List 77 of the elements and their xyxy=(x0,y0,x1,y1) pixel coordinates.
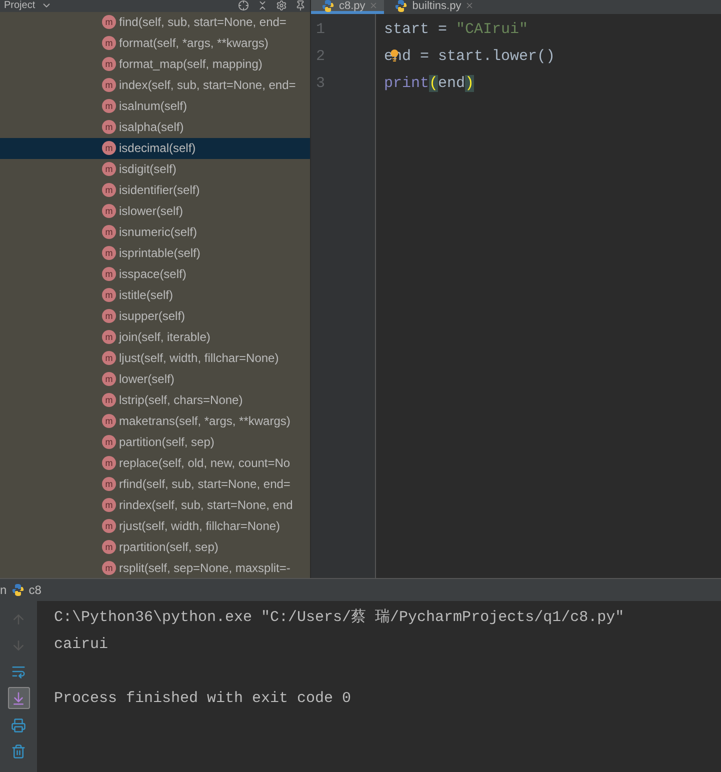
soft-wrap-icon[interactable] xyxy=(11,664,26,678)
method-icon: m xyxy=(102,392,116,407)
member-row[interactable]: m rfind(self, sub, start=None, end= xyxy=(0,473,310,494)
method-icon: m xyxy=(102,204,116,218)
method-icon: m xyxy=(102,15,116,30)
member-row[interactable]: m rjust(self, width, fillchar=None) xyxy=(0,515,310,536)
method-icon: m xyxy=(102,36,116,50)
member-row[interactable]: m maketrans(self, *args, **kwargs) xyxy=(0,410,310,432)
member-row[interactable]: m isspace(self) xyxy=(0,264,310,285)
run-config-tab[interactable]: c8 xyxy=(28,583,42,597)
method-icon: m xyxy=(102,183,116,198)
member-row[interactable]: m find(self, sub, start=None, end= xyxy=(0,12,310,33)
member-row[interactable]: m lower(self) xyxy=(0,368,310,390)
member-row[interactable]: m isidentifier(self) xyxy=(0,180,310,201)
run-panel-title: n xyxy=(0,583,7,597)
code-line: print(end) xyxy=(383,74,476,94)
close-icon[interactable] xyxy=(465,1,474,10)
method-icon: m xyxy=(102,476,116,491)
file-tab[interactable]: c8.py xyxy=(311,0,384,14)
method-icon: m xyxy=(102,350,116,365)
method-icon: m xyxy=(102,120,116,134)
member-row[interactable]: m isalnum(self) xyxy=(0,96,310,117)
method-icon: m xyxy=(102,540,116,554)
method-icon: m xyxy=(102,456,116,470)
method-icon: m xyxy=(102,78,116,92)
method-icon: m xyxy=(102,518,116,533)
member-row[interactable]: m lstrip(self, chars=None) xyxy=(0,389,310,410)
method-icon: m xyxy=(102,330,116,344)
method-icon: m xyxy=(102,57,116,72)
method-icon: m xyxy=(102,498,116,512)
member-row[interactable]: m isprintable(self) xyxy=(0,242,310,264)
member-row[interactable]: m rpartition(self, sep) xyxy=(0,536,310,558)
panel-title[interactable]: Project xyxy=(4,0,36,11)
lightbulb-icon[interactable] xyxy=(388,49,401,62)
method-icon: m xyxy=(102,434,116,449)
printer-icon[interactable] xyxy=(11,718,26,732)
member-row[interactable]: m join(self, iterable) xyxy=(0,326,310,348)
member-row[interactable]: m format_map(self, mapping) xyxy=(0,54,310,75)
method-icon: m xyxy=(102,288,116,302)
member-row[interactable]: m isupper(self) xyxy=(0,306,310,327)
crosshair-icon[interactable] xyxy=(238,0,249,12)
console-line: C:\Python36\python.exe "C:/Users/蔡 瑞/PycharmProjects/q1/c8.py" xyxy=(54,608,626,628)
method-icon: m xyxy=(102,246,116,260)
pin-icon[interactable] xyxy=(295,0,306,12)
member-row[interactable]: m isdigit(self) xyxy=(0,158,310,180)
console-line: cairui xyxy=(54,635,110,655)
code-line: start = "CAIrui" xyxy=(383,20,530,40)
member-row[interactable]: m partition(self, sep) xyxy=(0,431,310,452)
method-icon: m xyxy=(102,560,116,575)
method-icon: m xyxy=(102,414,116,428)
scroll-to-end-icon[interactable] xyxy=(11,690,26,706)
member-row[interactable]: m islower(self) xyxy=(0,200,310,222)
member-row[interactable]: m isdecimal(self) xyxy=(0,138,310,159)
python-file-icon xyxy=(321,0,335,12)
trash-icon[interactable] xyxy=(11,744,26,758)
member-row[interactable]: m ljust(self, width, fillchar=None) xyxy=(0,347,310,368)
method-icon: m xyxy=(102,162,116,176)
member-row[interactable]: m istitle(self) xyxy=(0,284,310,306)
member-row[interactable]: m replace(self, old, new, count=No xyxy=(0,452,310,474)
settings-icon[interactable] xyxy=(276,0,287,12)
member-row[interactable]: m isnumeric(self) xyxy=(0,222,310,243)
method-icon: m xyxy=(102,225,116,240)
close-icon[interactable] xyxy=(369,1,378,10)
member-row[interactable]: m format(self, *args, **kwargs) xyxy=(0,32,310,54)
method-icon: m xyxy=(102,141,116,156)
python-icon xyxy=(10,583,25,597)
member-row[interactable]: m rindex(self, sub, start=None, end xyxy=(0,494,310,516)
member-row[interactable]: m rsplit(self, sep=None, maxsplit=- xyxy=(0,557,310,578)
method-icon: m xyxy=(102,372,116,386)
method-icon: m xyxy=(102,267,116,282)
method-icon: m xyxy=(102,99,116,114)
member-row[interactable]: m index(self, sub, start=None, end= xyxy=(0,74,310,96)
member-row[interactable]: m isalpha(self) xyxy=(0,116,310,138)
method-icon: m xyxy=(102,309,116,324)
python-file-icon xyxy=(394,0,408,12)
console-line: Process finished with exit code 0 xyxy=(54,689,352,709)
collapse-icon[interactable] xyxy=(257,0,268,12)
